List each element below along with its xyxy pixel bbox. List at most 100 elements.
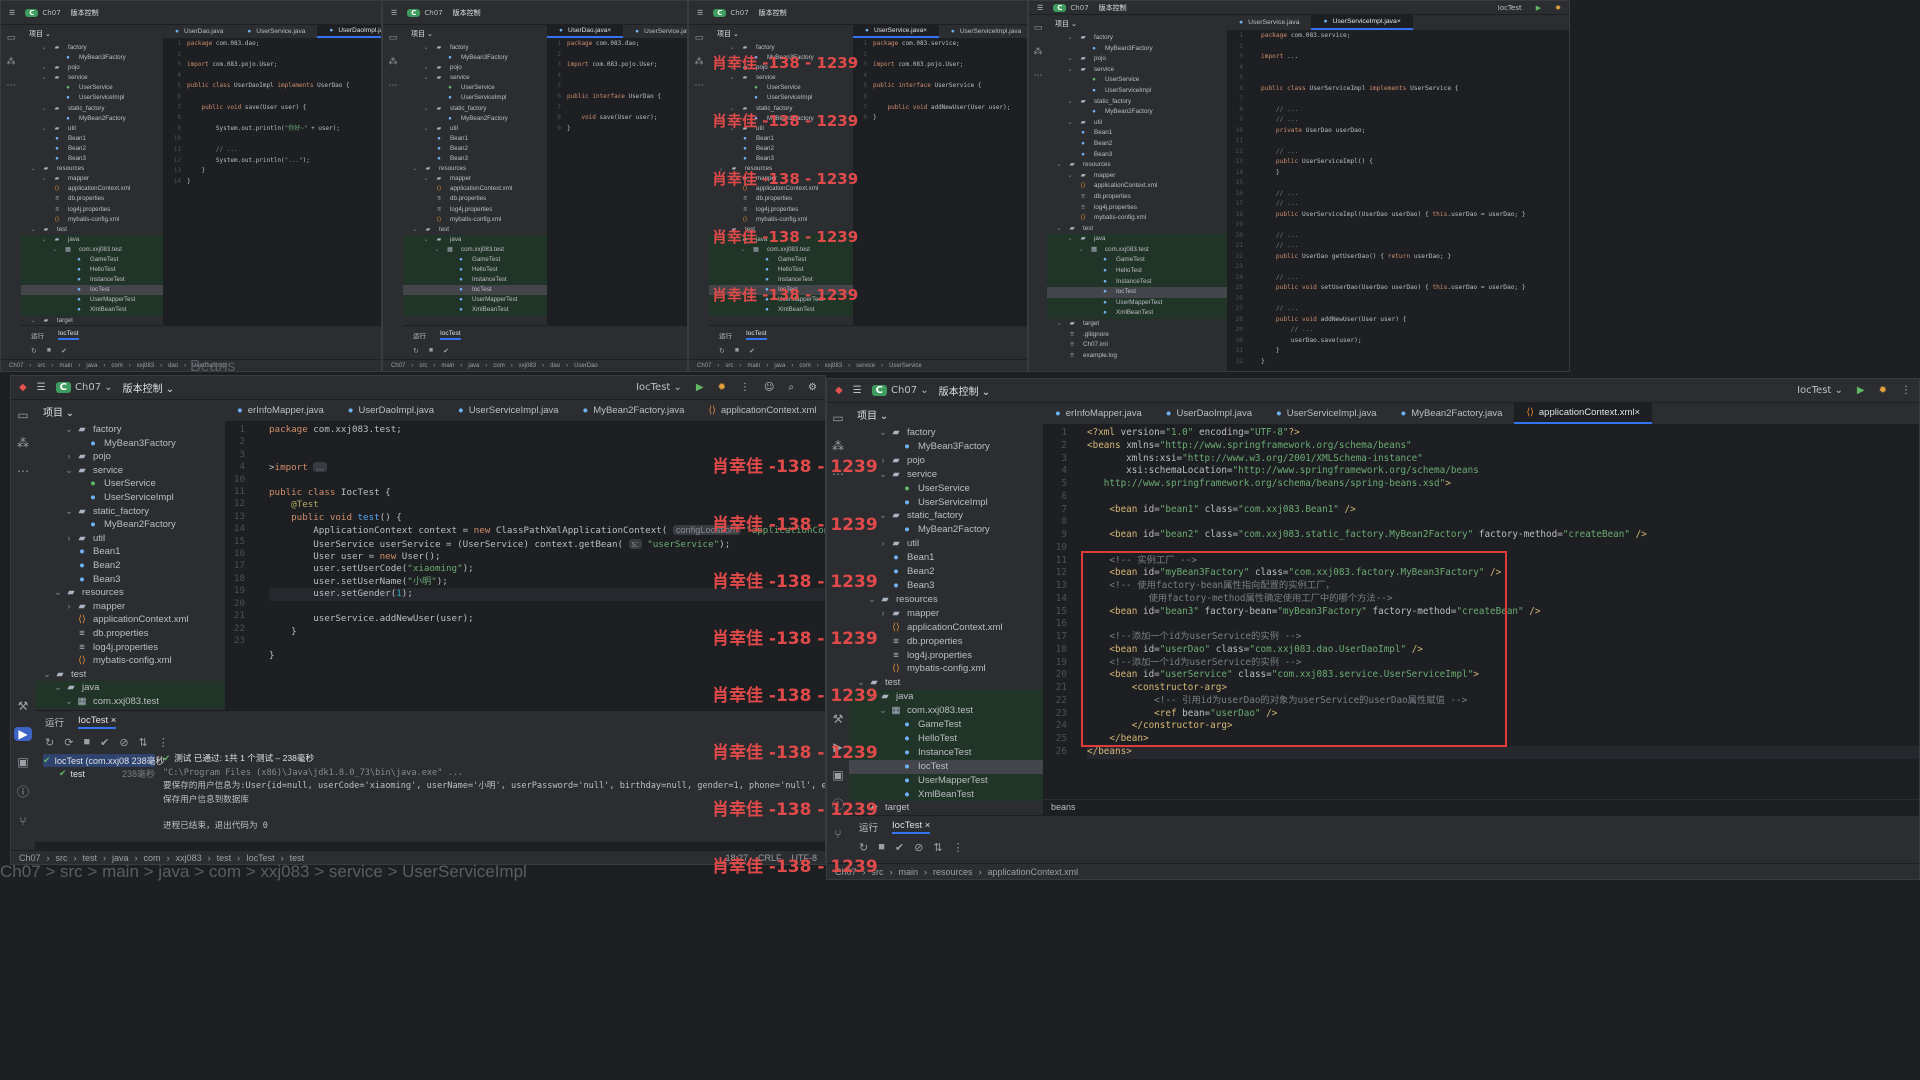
tree-item[interactable]: › ▰ target xyxy=(849,801,1043,815)
status-path-item[interactable]: main xyxy=(899,867,919,877)
tree-item[interactable]: ● UserServiceImpl xyxy=(709,93,853,103)
tree-item[interactable]: ⟨⟩ mybatis-config.xml xyxy=(35,654,225,668)
terminal-icon[interactable]: ▣ xyxy=(14,755,32,769)
project-selector[interactable]: C Ch07 xyxy=(1053,3,1089,12)
editor-tab[interactable]: ● UserDao.java × xyxy=(547,25,624,38)
show-passed-icon[interactable]: ✔ xyxy=(895,841,904,854)
rerun-icon[interactable]: ↻ xyxy=(31,347,37,355)
tree-item[interactable]: ● Bean3 xyxy=(21,154,163,164)
tree-item[interactable]: ⌄ ▰ factory xyxy=(403,43,547,53)
debug-icon[interactable]: ✹ xyxy=(1879,385,1887,396)
structure-icon[interactable]: ⁂ xyxy=(1029,47,1047,57)
tree-item[interactable]: ≡ db.properties xyxy=(403,194,547,204)
tree-item[interactable]: ⌄ ▰ factory xyxy=(35,423,225,437)
expand-arrow-icon[interactable]: ⌄ xyxy=(38,43,50,53)
tree-item[interactable]: ● GameTest xyxy=(709,254,853,266)
tree-item[interactable]: ● GameTest xyxy=(1047,255,1227,267)
tree-item[interactable]: ⌄ ▦ com.xxj083.test xyxy=(1047,244,1227,256)
tree-item[interactable]: ⌄ ▰ test xyxy=(1047,224,1227,235)
expand-arrow-icon[interactable]: ⌄ xyxy=(1064,33,1076,44)
status-path-item[interactable]: com xyxy=(493,363,504,369)
tree-item[interactable]: ⌄ ▰ static_factory xyxy=(849,509,1043,523)
status-path-item[interactable]: Ch07 xyxy=(697,363,711,369)
run-label[interactable]: 运行 xyxy=(31,330,44,340)
tree-item[interactable]: ≡ .gitignore xyxy=(1047,330,1227,341)
expand-arrow-icon[interactable]: ⌄ xyxy=(420,104,432,114)
tree-item[interactable]: ⌄ ▰ target xyxy=(21,316,163,325)
branch-selector[interactable]: 版本控制 xyxy=(1099,3,1127,13)
git-icon[interactable]: ⑂ xyxy=(829,827,847,841)
expand-arrow-icon[interactable]: ⌄ xyxy=(877,704,889,718)
expand-arrow-icon[interactable]: ⌄ xyxy=(1053,224,1065,235)
expand-arrow-icon[interactable]: ⌄ xyxy=(1064,54,1076,65)
branch-selector[interactable]: 版本控制 ⌄ xyxy=(939,383,991,398)
rerun-icon[interactable]: ↻ xyxy=(413,347,419,355)
tree-item[interactable]: ● IocTest xyxy=(849,759,1043,774)
editor-tab[interactable]: ● UserService.java × xyxy=(853,25,939,38)
tree-item[interactable]: ● XmlBeanTest xyxy=(709,305,853,316)
run-tab[interactable]: IocTest xyxy=(440,330,461,340)
tree-item[interactable]: › ▰ util xyxy=(849,537,1043,551)
tree-item[interactable]: ⌄ ▰ util xyxy=(403,124,547,134)
expand-arrow-icon[interactable]: ⌄ xyxy=(52,586,64,600)
tree-item[interactable]: ● Bean3 xyxy=(709,154,853,164)
tree-item[interactable]: ⌄ ▦ com.xxj083.test xyxy=(21,244,163,255)
status-path-item[interactable]: resources xyxy=(933,867,973,877)
status-path-item[interactable]: xxj083 xyxy=(519,363,536,369)
tree-item[interactable]: ⌄ ▰ static_factory xyxy=(35,505,225,519)
expand-arrow-icon[interactable]: › xyxy=(63,532,75,546)
run-icon[interactable]: ▶ xyxy=(696,382,704,393)
structure-icon[interactable]: ⁂ xyxy=(829,439,847,453)
expand-arrow-icon[interactable]: ⌄ xyxy=(38,73,50,83)
tree-item[interactable]: ⟨⟩ applicationContext.xml xyxy=(709,184,853,194)
expand-arrow-icon[interactable]: ⌄ xyxy=(726,174,738,184)
menu-icon[interactable]: ☰ xyxy=(391,9,397,17)
menu-icon[interactable]: ☰ xyxy=(37,382,46,393)
tree-item[interactable]: › ▰ pojo xyxy=(35,450,225,464)
tree-item[interactable]: ● HelloTest xyxy=(849,731,1043,746)
tree-item[interactable]: ⌄ ▰ java xyxy=(21,234,163,245)
tree-item[interactable]: ⌄ ▰ java xyxy=(403,234,547,245)
code-editor[interactable]: 1 2 3 4 5 6 7 8 9 10 11 12 13 14 15 16 17 18 19 20 21 22 23 24 2… xyxy=(1227,31,1569,371)
tree-item[interactable]: ● HelloTest xyxy=(21,265,163,276)
tree-item[interactable]: ⌄ ▰ util xyxy=(1047,118,1227,129)
tree-item[interactable]: ● InstanceTest xyxy=(709,275,853,286)
tree-item[interactable]: › ▰ mapper xyxy=(35,600,225,614)
tree-item[interactable]: › ▰ mapper xyxy=(849,607,1043,621)
code-editor[interactable]: 1 2 3 4 5 6 7 8 9 package com.083.dao; import co… xyxy=(547,39,687,325)
expand-arrow-icon[interactable]: ⌄ xyxy=(877,468,889,482)
rerun-icon[interactable]: ↻ xyxy=(859,841,868,854)
search-icon[interactable]: ⌕ xyxy=(788,382,794,393)
tree-item[interactable]: ⌄ ▰ util xyxy=(21,124,163,134)
project-selector[interactable]: C Ch07 xyxy=(713,8,749,17)
status-path-item[interactable]: src xyxy=(725,363,733,369)
expand-arrow-icon[interactable]: ⌄ xyxy=(431,245,443,255)
tree-item[interactable]: ⌄ ▰ mapper xyxy=(403,174,547,184)
tree-item[interactable]: ≡ db.properties xyxy=(1047,192,1227,203)
run-tool-icon[interactable]: ▶ xyxy=(829,740,847,754)
show-ignored-icon[interactable]: ⊘ xyxy=(119,736,128,749)
editor-tab[interactable]: ● UserService.java xyxy=(623,25,687,38)
status-path-item[interactable]: src xyxy=(872,867,884,877)
test-child-row[interactable]: ✔ test 238毫秒 xyxy=(43,767,155,780)
run-label[interactable]: 运行 xyxy=(859,820,878,834)
terminal-icon[interactable]: ▣ xyxy=(829,768,847,782)
status-path-item[interactable]: Ch07 xyxy=(391,363,405,369)
tree-item[interactable]: ● HelloTest xyxy=(403,265,547,276)
tree-item[interactable]: ● Bean1 xyxy=(35,545,225,559)
expand-arrow-icon[interactable]: ⌄ xyxy=(38,63,50,73)
tree-item[interactable]: ● UserServiceImpl xyxy=(403,93,547,103)
expand-arrow-icon[interactable]: › xyxy=(855,801,867,815)
tree-item[interactable]: ⟨⟩ applicationContext.xml xyxy=(849,621,1043,635)
expand-arrow-icon[interactable]: ⌄ xyxy=(1064,234,1076,245)
tree-item[interactable]: ● Bean3 xyxy=(1047,150,1227,161)
tree-item[interactable]: ⌄ ▰ java xyxy=(35,681,225,695)
run-tab[interactable]: IocTest xyxy=(58,330,79,340)
tree-item[interactable]: ⟨⟩ mybatis-config.xml xyxy=(709,215,853,225)
tree-item[interactable]: ● MyBean2Factory xyxy=(35,518,225,532)
tree-item[interactable]: ● Bean1 xyxy=(1047,128,1227,139)
sort-icon[interactable]: ⇅ xyxy=(139,736,148,749)
expand-arrow-icon[interactable]: › xyxy=(63,450,75,464)
tree-item[interactable]: ● MyBean3Factory xyxy=(35,437,225,451)
tree-item[interactable]: ≡ Ch07.iml xyxy=(1047,340,1227,351)
